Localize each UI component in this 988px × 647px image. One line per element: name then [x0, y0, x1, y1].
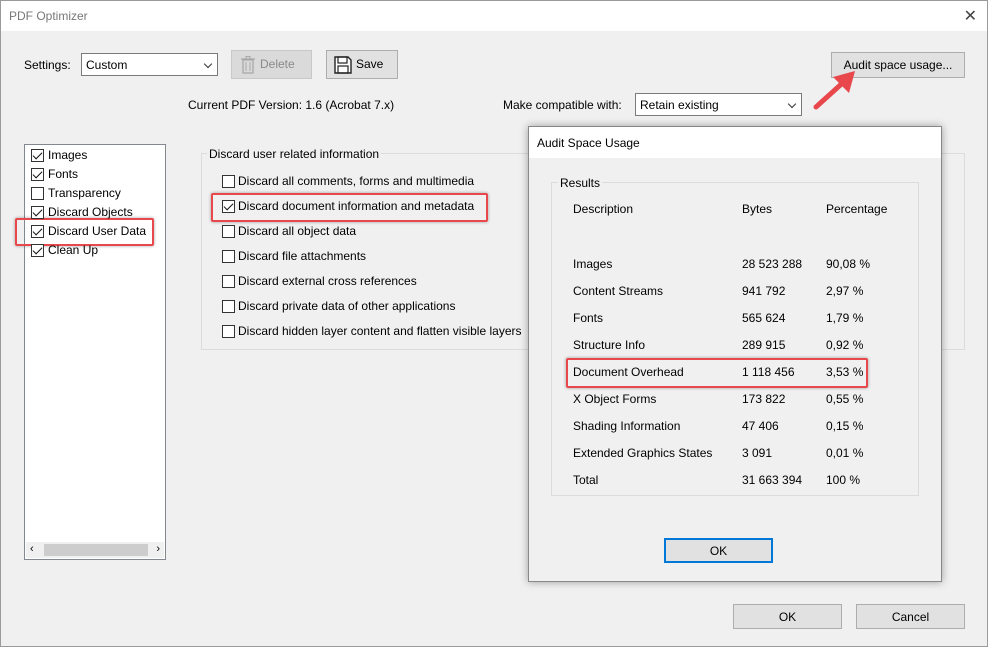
scrollbar-thumb[interactable]	[44, 544, 148, 556]
discard-option-label[interactable]: Discard file attachments	[238, 249, 366, 263]
audit-row-description: Images	[573, 257, 613, 271]
audit-row-description: Extended Graphics States	[573, 446, 713, 460]
audit-row-percentage: 0,01 %	[826, 446, 864, 460]
discard-option-checkbox[interactable]	[222, 175, 235, 188]
annotation-arrow	[813, 71, 855, 110]
panel-item-label[interactable]: Discard Objects	[48, 205, 133, 219]
group-title: Discard user related information	[207, 147, 382, 161]
discard-option-label[interactable]: Discard all comments, forms and multimed…	[238, 174, 474, 188]
header-bytes: Bytes	[742, 202, 773, 216]
dialog-title-bar: Audit Space Usage	[529, 127, 941, 158]
chevron-down-icon	[199, 54, 217, 75]
discard-option-checkbox[interactable]	[222, 325, 235, 338]
panel-checkbox[interactable]	[31, 168, 44, 181]
floppy-disk-icon	[334, 56, 352, 74]
compat-dropdown[interactable]: Retain existing	[635, 93, 802, 116]
trash-icon	[241, 56, 255, 74]
scroll-left-icon[interactable]: ‹	[30, 543, 34, 555]
discard-option-label[interactable]: Discard external cross references	[238, 274, 417, 288]
audit-row-description: Shading Information	[573, 419, 681, 433]
settings-label: Settings:	[24, 58, 71, 72]
results-label: Results	[558, 176, 603, 190]
panel-checkbox[interactable]	[31, 149, 44, 162]
cancel-label: Cancel	[891, 610, 930, 624]
audit-row-bytes: 47 406	[742, 419, 779, 433]
audit-row-description: Total	[573, 473, 599, 487]
audit-row-percentage: 90,08 %	[826, 257, 871, 271]
panel-item-label[interactable]: Images	[48, 148, 87, 162]
discard-option-label[interactable]: Discard all object data	[238, 224, 356, 238]
audit-row-percentage: 0,92 %	[826, 338, 864, 352]
save-label: Save	[356, 57, 384, 71]
discard-option-label[interactable]: Discard private data of other applicatio…	[238, 299, 455, 313]
discard-option-label[interactable]: Discard hidden layer content and flatten…	[238, 324, 522, 338]
panel-checkbox[interactable]	[31, 206, 44, 219]
audit-row-percentage: 100 %	[826, 473, 861, 487]
header-percentage: Percentage	[826, 202, 888, 216]
audit-row-bytes: 173 822	[742, 392, 786, 406]
compat-label: Make compatible with:	[503, 98, 622, 112]
audit-row-percentage: 0,15 %	[826, 419, 864, 433]
audit-row-bytes: 1 118 456	[742, 365, 795, 379]
audit-row-description: Document Overhead	[573, 365, 684, 379]
audit-row-bytes: 941 792	[742, 284, 786, 298]
audit-row-description: Fonts	[573, 311, 604, 325]
discard-option-checkbox[interactable]	[222, 225, 235, 238]
audit-row-description: X Object Forms	[573, 392, 657, 406]
horizontal-scrollbar[interactable]: ‹ ›	[26, 542, 164, 558]
discard-option-label[interactable]: Discard document information and metadat…	[238, 199, 474, 213]
audit-space-usage-dialog: Audit Space Usage Results Description By…	[528, 126, 942, 582]
compat-value: Retain existing	[640, 98, 719, 112]
delete-label: Delete	[260, 57, 295, 71]
scroll-right-icon[interactable]: ›	[156, 543, 160, 555]
settings-value: Custom	[86, 58, 128, 72]
header-description: Description	[573, 202, 634, 216]
audit-row-bytes: 28 523 288	[742, 257, 803, 271]
panel-checkbox[interactable]	[31, 225, 44, 238]
close-icon[interactable]: ✕	[964, 6, 977, 26]
audit-row-percentage: 3,53 %	[826, 365, 864, 379]
title-bar: PDF Optimizer ✕	[1, 1, 987, 31]
cancel-button[interactable]: Cancel	[856, 604, 965, 629]
audit-row-description: Content Streams	[573, 284, 664, 298]
audit-row-percentage: 0,55 %	[826, 392, 864, 406]
audit-row-description: Structure Info	[573, 338, 646, 352]
audit-row-bytes: 3 091	[742, 446, 773, 460]
dialog-ok-button[interactable]: OK	[664, 538, 773, 563]
panel-item-label[interactable]: Transparency	[48, 186, 121, 200]
discard-option-checkbox[interactable]	[222, 250, 235, 263]
discard-option-checkbox[interactable]	[222, 200, 235, 213]
settings-dropdown[interactable]: Custom	[81, 53, 218, 76]
ok-label: OK	[778, 610, 797, 624]
panel-checkbox[interactable]	[31, 244, 44, 257]
window-title: PDF Optimizer	[9, 9, 88, 23]
panel-item-label[interactable]: Fonts	[48, 167, 78, 181]
audit-row-bytes: 289 915	[742, 338, 786, 352]
panel-checkbox[interactable]	[31, 187, 44, 200]
panel-item-label[interactable]: Discard User Data	[48, 224, 146, 238]
discard-option-checkbox[interactable]	[222, 300, 235, 313]
ok-button[interactable]: OK	[733, 604, 842, 629]
chevron-down-icon	[783, 94, 801, 115]
audit-row-bytes: 565 624	[742, 311, 786, 325]
panel-item-label[interactable]: Clean Up	[48, 243, 98, 257]
current-pdf-version: Current PDF Version: 1.6 (Acrobat 7.x)	[188, 98, 395, 112]
audit-row-percentage: 2,97 %	[826, 284, 864, 298]
save-button[interactable]: Save	[326, 50, 398, 79]
audit-row-percentage: 1,79 %	[826, 311, 864, 325]
discard-option-checkbox[interactable]	[222, 275, 235, 288]
audit-row-bytes: 31 663 394	[742, 473, 803, 487]
dialog-title: Audit Space Usage	[537, 136, 640, 150]
dialog-ok-label: OK	[709, 544, 728, 558]
delete-button[interactable]: Delete	[231, 50, 312, 79]
